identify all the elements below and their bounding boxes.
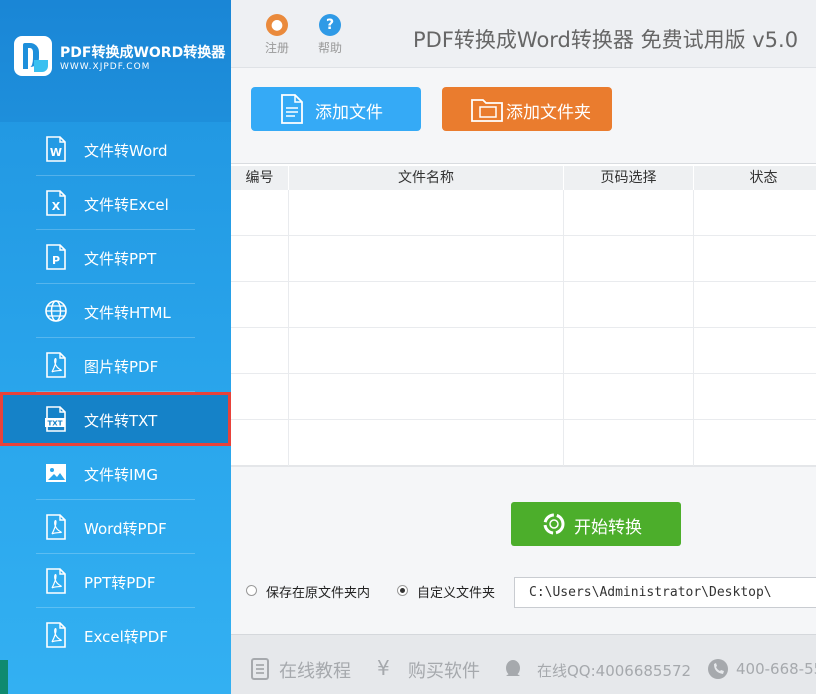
column-header-page-range: 页码选择 [563,166,693,190]
sidebar-item-label: 图片转PDF [84,358,159,376]
desktop-background [0,660,8,694]
start-convert-button[interactable]: 开始转换 [511,502,681,546]
register-button[interactable]: ● 注册 [257,14,297,56]
add-folder-button[interactable]: 添加文件夹 [442,87,612,131]
column-header-status: 状态 [693,166,816,190]
sidebar-menu: W 文件转Word X 文件转Excel P 文件转PPT 文件转HTML 图片… [0,122,231,662]
sidebar-item-word[interactable]: W 文件转Word [0,122,231,176]
add-folder-icon [471,99,503,122]
start-convert-label: 开始转换 [574,518,642,538]
pdf-file-icon [46,568,66,594]
txt-file-icon: TXT [45,406,66,432]
sidebar-item-label: Word转PDF [84,520,167,538]
pdf-file-icon [46,352,66,378]
save-custom-label[interactable]: 自定义文件夹 [417,582,495,601]
title-bar: ● 注册 ? 帮助 PDF转换成Word转换器 免费试用版 v5.0 [231,0,816,68]
add-file-button[interactable]: 添加文件 [251,87,421,131]
sidebar-item-label: 文件转Word [84,142,168,160]
app-title: PDF转换成Word转换器 免费试用版 v5.0 [413,28,799,52]
help-button[interactable]: ? 帮助 [310,14,350,56]
sidebar-item-ppt-to-pdf[interactable]: PPT转PDF [0,554,231,608]
logo-url: WWW.XJPDF.COM [60,62,151,72]
pdf-file-icon [46,622,66,648]
sidebar-item-label: 文件转PPT [84,250,157,268]
footer: 在线教程 ¥ 购买软件 在线QQ:4006685572 400-668-55 [231,634,816,694]
sidebar-item-excel[interactable]: X 文件转Excel [0,176,231,230]
row-divider [231,327,816,328]
pdf-file-icon [46,514,66,540]
register-icon: ● [266,14,288,36]
buy-software-link[interactable]: 购买软件 [408,657,480,683]
sidebar-item-txt[interactable]: TXT 文件转TXT [0,392,231,446]
image-icon [46,464,66,482]
save-custom-radio[interactable] [397,585,408,596]
save-original-radio[interactable] [246,585,257,596]
row-divider [231,281,816,282]
sidebar-item-label: Excel转PDF [84,628,168,646]
refresh-icon [543,513,565,535]
sidebar-item-label: 文件转HTML [84,304,171,322]
word-file-icon: W [46,136,66,162]
globe-icon [45,300,67,322]
logo-title: PDF转换成WORD转换器 [60,45,226,61]
output-path-input[interactable] [515,578,805,607]
sidebar: PDF转换成WORD转换器 WWW.XJPDF.COM W 文件转Word X … [0,0,231,694]
column-divider [563,190,564,466]
add-file-label: 添加文件 [315,103,383,123]
online-qq-link[interactable]: 在线QQ:4006685572 [537,660,691,681]
phone-number: 400-668-55 [736,660,816,678]
column-divider [693,190,694,466]
row-divider [231,419,816,420]
sidebar-item-label: PPT转PDF [84,574,156,592]
svg-text:W: W [50,146,62,159]
svg-text:TXT: TXT [48,420,63,428]
save-original-label[interactable]: 保存在原文件夹内 [266,582,370,601]
yen-icon: ¥ [377,656,390,680]
column-header-filename: 文件名称 [288,166,563,190]
sidebar-item-word-to-pdf[interactable]: Word转PDF [0,500,231,554]
document-icon [251,658,269,680]
column-divider [288,190,289,466]
table-header: 编号 文件名称 页码选择 状态 [231,166,816,190]
logo-mark-icon [14,36,52,76]
app-logo: PDF转换成WORD转换器 WWW.XJPDF.COM [0,0,231,122]
help-icon: ? [319,14,341,36]
sidebar-item-label: 文件转TXT [84,412,158,430]
register-label: 注册 [264,41,289,55]
ppt-file-icon: P [46,244,66,270]
sidebar-item-image-to-pdf[interactable]: 图片转PDF [0,338,231,392]
sidebar-item-img[interactable]: 文件转IMG [0,446,231,500]
phone-icon [708,659,728,679]
output-path-field[interactable] [514,577,816,608]
help-label: 帮助 [317,41,342,55]
excel-file-icon: X [46,190,66,216]
row-divider [231,373,816,374]
svg-text:X: X [52,200,61,213]
sidebar-item-excel-to-pdf[interactable]: Excel转PDF [0,608,231,662]
sidebar-item-label: 文件转Excel [84,196,169,214]
column-header-number: 编号 [245,170,274,186]
sidebar-item-html[interactable]: 文件转HTML [0,284,231,338]
row-divider [231,235,816,236]
file-table[interactable]: 编号 文件名称 页码选择 状态 [231,163,816,467]
online-tutorial-link[interactable]: 在线教程 [279,657,351,683]
add-folder-label: 添加文件夹 [506,103,591,123]
svg-text:P: P [52,254,60,267]
sidebar-item-label: 文件转IMG [84,466,158,484]
sidebar-item-ppt[interactable]: P 文件转PPT [0,230,231,284]
qq-icon [506,660,520,676]
add-file-icon [281,94,303,124]
